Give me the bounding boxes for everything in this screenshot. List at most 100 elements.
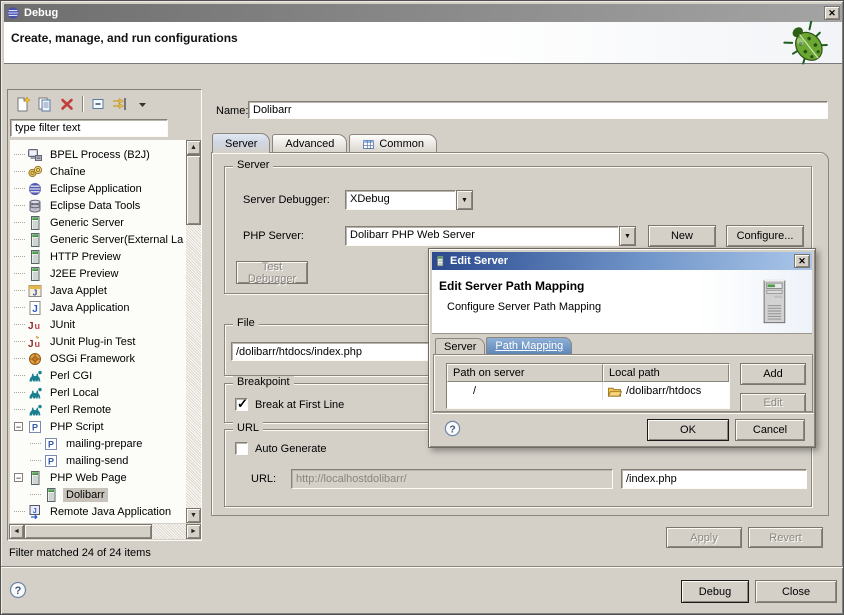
- tree-connector: [14, 285, 25, 296]
- tree-item-junit[interactable]: JuJUnit: [10, 316, 186, 333]
- tab-label: Server: [444, 341, 476, 353]
- tree-item-remote-java-application[interactable]: JRemote Java Application: [10, 503, 186, 520]
- chevron-down-icon[interactable]: ▼: [456, 190, 473, 210]
- tree-item-generic-server[interactable]: Generic Server: [10, 214, 186, 231]
- tree-connector: [14, 370, 25, 381]
- url-group-label: URL: [233, 422, 263, 434]
- vscroll-thumb[interactable]: [186, 155, 201, 225]
- col-path-on-server[interactable]: Path on server: [447, 364, 603, 382]
- tree-item-mailing-send[interactable]: Pmailing-send: [10, 452, 186, 469]
- debug-button[interactable]: Debug: [681, 580, 749, 603]
- tree-item-perl-remote[interactable]: Perl Remote: [10, 401, 186, 418]
- filter-button[interactable]: [111, 95, 129, 113]
- osgi-icon: [27, 351, 43, 367]
- url-path-input[interactable]: [621, 469, 807, 489]
- tree-item-junit-plug-in-test[interactable]: JuJUnit Plug-in Test: [10, 333, 186, 350]
- server-debugger-select[interactable]: XDebug ▼: [345, 190, 473, 210]
- dialog-titlebar[interactable]: Edit Server ✕: [432, 252, 812, 270]
- tree-item-mailing-prepare[interactable]: Pmailing-prepare: [10, 435, 186, 452]
- tab-common[interactable]: Common: [349, 134, 437, 153]
- add-mapping-button[interactable]: Add: [740, 363, 806, 385]
- cancel-button[interactable]: Cancel: [735, 419, 805, 441]
- col-local-path[interactable]: Local path: [603, 364, 729, 382]
- help-icon[interactable]: ?: [9, 581, 27, 599]
- server-icon: [27, 470, 43, 486]
- tree-item-dolibarr[interactable]: Dolibarr: [10, 486, 186, 503]
- window-titlebar[interactable]: Debug ✕: [4, 4, 842, 22]
- chevron-down-icon[interactable]: ▼: [619, 226, 636, 246]
- breakpoint-group-label: Breakpoint: [233, 376, 294, 388]
- tree-item-php-web-page[interactable]: −PHP Web Page: [10, 469, 186, 486]
- tree-item-osgi-framework[interactable]: OSGi Framework: [10, 350, 186, 367]
- dropdown-button[interactable]: [133, 95, 151, 113]
- bpel-process-icon: [27, 147, 43, 163]
- edit-mapping-button: Edit: [740, 393, 806, 412]
- collapse-toggle-icon[interactable]: −: [14, 422, 23, 431]
- tree-item-java-applet[interactable]: JJava Applet: [10, 282, 186, 299]
- php-server-select[interactable]: Dolibarr PHP Web Server ▼: [345, 226, 636, 246]
- hscroll-thumb[interactable]: [24, 524, 152, 539]
- tree-connector: [14, 319, 25, 330]
- server-group-label: Server: [233, 159, 273, 171]
- break-first-line-checkbox[interactable]: [235, 398, 248, 411]
- name-input[interactable]: [248, 101, 828, 119]
- filter-input[interactable]: [10, 119, 168, 137]
- test-debugger-button: Test Debugger: [236, 261, 308, 284]
- configurations-panel: BPEL Process (B2J)Chaîne Eclipse Applicat…: [7, 89, 202, 541]
- server-icon: [27, 232, 43, 248]
- tree-item-java-application[interactable]: JJava Application: [10, 299, 186, 316]
- tree-item-generic-server-external-la[interactable]: Generic Server(External La: [10, 231, 186, 248]
- dialog-close-button[interactable]: ✕: [794, 254, 810, 268]
- tree-item-bpel-process-b2j[interactable]: BPEL Process (B2J): [10, 146, 186, 163]
- collapse-all-button[interactable]: [89, 95, 107, 113]
- tree-connector: [14, 506, 25, 517]
- tree-item-label: Eclipse Application: [47, 182, 145, 196]
- dialog-tab-server[interactable]: Server: [435, 338, 485, 354]
- auto-generate-checkbox[interactable]: [235, 442, 248, 455]
- junit-plugin-icon: Ju: [27, 334, 43, 350]
- server-icon: [434, 254, 446, 268]
- scroll-down-icon[interactable]: ▼: [186, 508, 201, 523]
- configure-server-button[interactable]: Configure...: [726, 225, 804, 247]
- tree-connector: [30, 489, 41, 500]
- tree-item-eclipse-application[interactable]: Eclipse Application: [10, 180, 186, 197]
- duplicate-button[interactable]: [36, 95, 54, 113]
- close-button[interactable]: Close: [755, 580, 837, 603]
- tab-label: Common: [379, 138, 424, 150]
- server-debugger-label: Server Debugger:: [243, 194, 330, 206]
- new-server-button[interactable]: New: [648, 225, 716, 247]
- tree-item-label: OSGi Framework: [47, 352, 138, 366]
- new-config-icon: [15, 96, 31, 112]
- scroll-left-icon[interactable]: ◄: [9, 524, 24, 539]
- tree-item-j2ee-preview[interactable]: J2EE Preview: [10, 265, 186, 282]
- tree-connector: [14, 353, 25, 364]
- tree-connector: [14, 234, 25, 245]
- tree-item-perl-cgi[interactable]: Perl CGI: [10, 367, 186, 384]
- perl-icon: [27, 385, 43, 401]
- scroll-up-icon[interactable]: ▲: [186, 140, 201, 155]
- tree-item-eclipse-data-tools[interactable]: Eclipse Data Tools: [10, 197, 186, 214]
- tree-hscrollbar[interactable]: ◄ ►: [9, 524, 201, 539]
- window-title: Debug: [24, 7, 58, 19]
- dialog-help-icon[interactable]: ?: [444, 420, 462, 438]
- scroll-right-icon[interactable]: ►: [186, 524, 201, 539]
- tree-item-label: mailing-send: [63, 454, 131, 468]
- collapse-toggle-icon[interactable]: −: [14, 473, 23, 482]
- dialog-tab-path-mapping[interactable]: Path Mapping: [486, 337, 572, 354]
- delete-button[interactable]: [58, 95, 76, 113]
- filter-icon: [111, 96, 129, 112]
- php-server-value: Dolibarr PHP Web Server: [345, 226, 619, 246]
- tree-item-php-script[interactable]: −PPHP Script: [10, 418, 186, 435]
- tree-item-http-preview[interactable]: HTTP Preview: [10, 248, 186, 265]
- tree-item-perl-local[interactable]: Perl Local: [10, 384, 186, 401]
- tab-advanced[interactable]: Advanced: [272, 134, 347, 153]
- tree-item-cha-ne[interactable]: Chaîne: [10, 163, 186, 180]
- ok-button[interactable]: OK: [647, 419, 729, 441]
- path-mapping-row[interactable]: //dolibarr/htdocs: [447, 382, 729, 400]
- tree-vscrollbar[interactable]: ▲ ▼: [186, 140, 201, 523]
- url-label: URL:: [251, 473, 276, 485]
- tree-connector: [14, 404, 25, 415]
- tab-server[interactable]: Server: [212, 133, 270, 153]
- window-close-button[interactable]: ✕: [824, 6, 840, 20]
- new-config-button[interactable]: [14, 95, 32, 113]
